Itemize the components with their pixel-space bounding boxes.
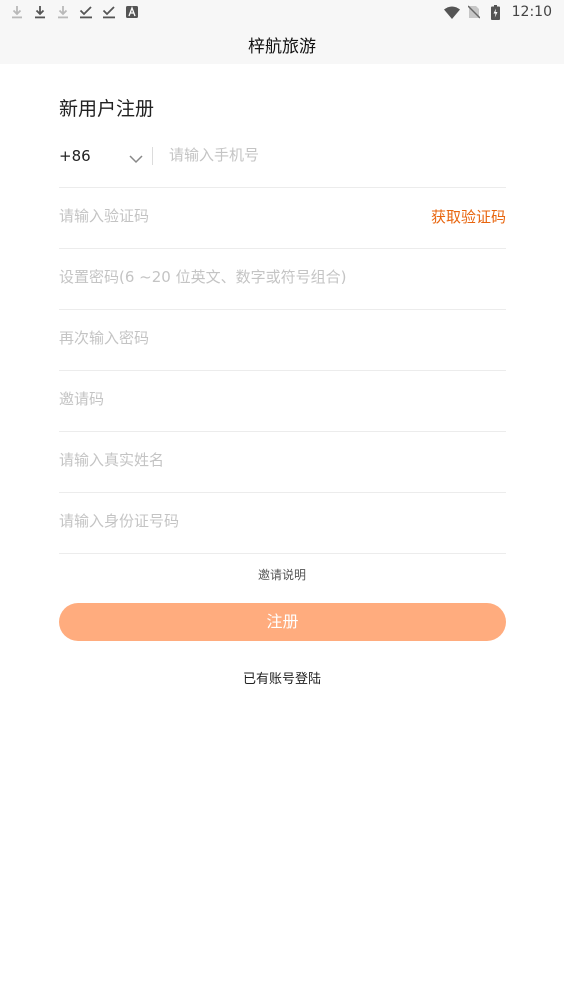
phone-row: +86: [59, 127, 506, 188]
id-number-input[interactable]: [59, 493, 506, 549]
register-button[interactable]: 注册: [59, 603, 506, 641]
real-name-input[interactable]: [59, 432, 506, 488]
status-time: 12:10: [511, 4, 552, 20]
real-name-row: [59, 432, 506, 493]
country-code-selector[interactable]: +86: [59, 145, 151, 167]
invite-explanation-link[interactable]: 邀请说明: [0, 566, 564, 583]
phone-input[interactable]: [169, 127, 506, 183]
invite-code-row: [59, 371, 506, 432]
font-a-icon: [124, 3, 140, 21]
login-link[interactable]: 已有账号登陆: [0, 668, 564, 687]
wifi-icon: [443, 3, 460, 21]
password-input[interactable]: [59, 249, 506, 305]
notification-icons: [9, 3, 147, 21]
page-title: 新用户注册: [59, 98, 155, 120]
check-download-icon: [101, 3, 117, 21]
confirm-password-row: [59, 310, 506, 371]
app-bar: 梓航旅游: [0, 24, 564, 64]
confirm-password-input[interactable]: [59, 310, 506, 366]
download-faded-icon: [9, 3, 25, 21]
password-row: [59, 249, 506, 310]
status-bar: 12:10: [0, 0, 564, 24]
check-download-icon: [78, 3, 94, 21]
download-icon: [32, 3, 48, 21]
phone-divider: [152, 147, 153, 165]
country-code-value: +86: [59, 147, 91, 165]
download-faded-icon: [55, 3, 71, 21]
verification-code-input[interactable]: [59, 188, 409, 244]
id-number-row: [59, 493, 506, 554]
code-row: 获取验证码: [59, 188, 506, 249]
system-icons: 12:10: [443, 3, 552, 21]
chevron-down-icon: [129, 149, 143, 168]
get-code-button[interactable]: 获取验证码: [431, 206, 506, 227]
battery-charging-icon: [488, 3, 504, 21]
invite-code-input[interactable]: [59, 371, 506, 427]
no-sim-icon: [466, 3, 482, 21]
app-title: 梓航旅游: [248, 37, 316, 57]
